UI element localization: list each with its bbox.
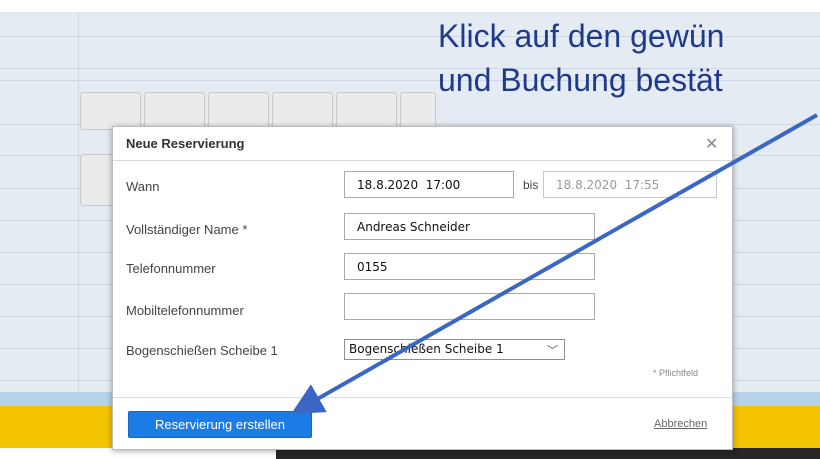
end-datetime-input: [543, 171, 717, 198]
cancel-link[interactable]: Abbrechen: [654, 418, 707, 430]
calendar-slot[interactable]: [336, 92, 397, 130]
chevron-down-icon: ﹀: [547, 344, 558, 357]
required-field-note: * Pflichtfeld: [653, 368, 699, 378]
callout-line-1: Klick auf den gewün: [438, 18, 725, 54]
calendar-slot[interactable]: [400, 92, 436, 130]
when-label: Wann: [126, 179, 160, 194]
target-select[interactable]: Bogenschießen Scheibe 1 ﹀: [344, 339, 565, 360]
target-select-value: Bogenschießen Scheibe 1: [349, 342, 504, 356]
instruction-callout: Klick auf den gewün und Buchung bestät: [438, 14, 820, 102]
dialog-header: Neue Reservierung ✕: [113, 127, 732, 161]
page-top-strip: [0, 0, 820, 12]
calendar-slot[interactable]: [144, 92, 205, 130]
create-reservation-button[interactable]: Reservierung erstellen: [128, 411, 312, 438]
grid-line: [78, 12, 79, 392]
calendar-slot[interactable]: [272, 92, 333, 130]
dialog-title: Neue Reservierung: [126, 136, 245, 151]
mobile-label: Mobiltelefonnummer: [126, 303, 244, 318]
phone-label: Telefonnummer: [126, 261, 216, 276]
target-label: Bogenschießen Scheibe 1: [126, 343, 278, 358]
phone-input[interactable]: [344, 253, 595, 280]
calendar-slot[interactable]: [80, 92, 141, 130]
new-reservation-dialog: Neue Reservierung ✕ Wann bis Vollständig…: [112, 126, 733, 450]
mobile-input[interactable]: [344, 293, 595, 320]
start-datetime-input[interactable]: [344, 171, 514, 198]
full-name-input[interactable]: [344, 213, 595, 240]
bis-label: bis: [523, 178, 539, 192]
calendar-slot[interactable]: [208, 92, 269, 130]
full-name-label: Vollständiger Name *: [126, 222, 248, 237]
callout-line-2: und Buchung bestät: [438, 62, 723, 98]
close-icon[interactable]: ✕: [705, 134, 718, 154]
